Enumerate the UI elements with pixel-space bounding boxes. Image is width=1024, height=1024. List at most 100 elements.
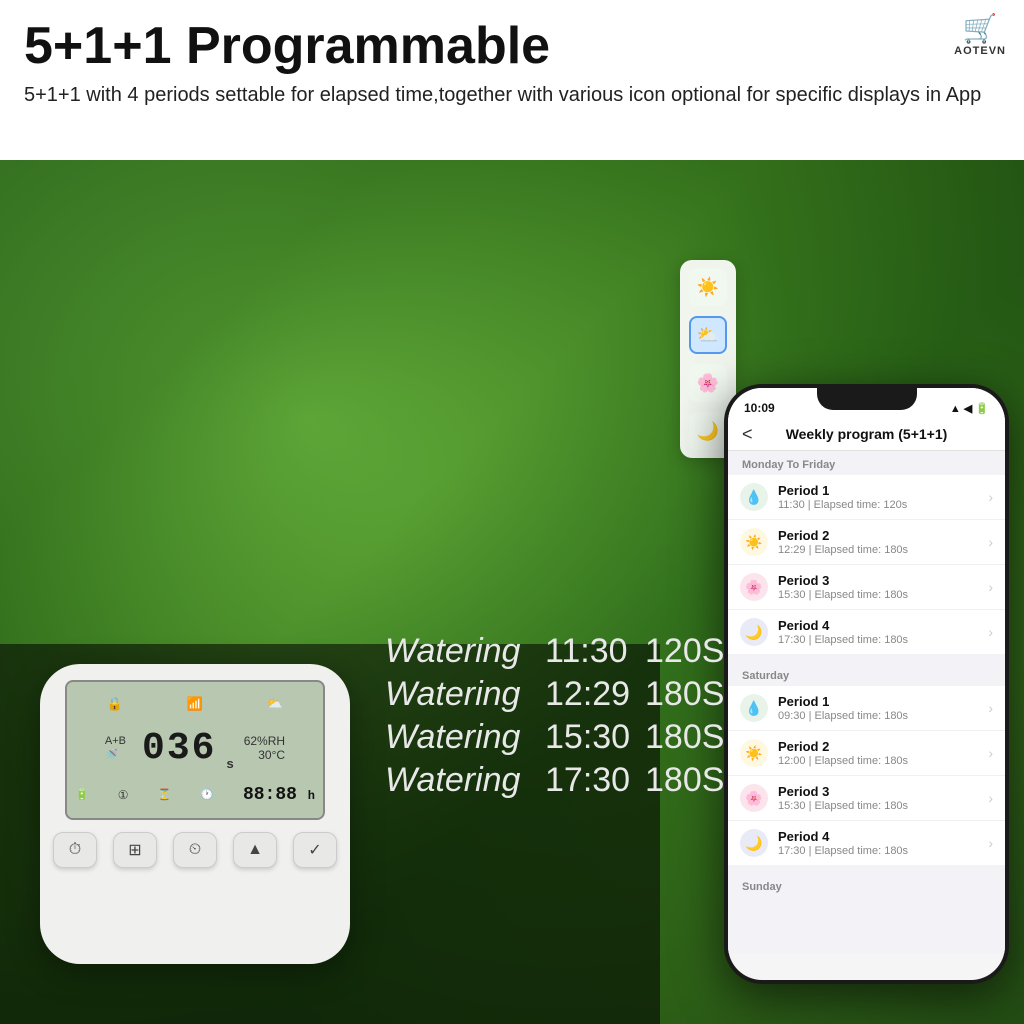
status-icons: ▲ ◀ 🔋 <box>950 402 989 415</box>
watering-duration-2: 180S <box>645 675 715 714</box>
icon-flower[interactable]: 🌸 <box>689 364 727 402</box>
table-row[interactable]: ☀️ Period 2 12:00 | Elapsed time: 180s › <box>728 731 1005 776</box>
weather-icon: ⛅ <box>267 696 283 712</box>
schedule-row-3: Watering 15:30 180S <box>385 718 725 757</box>
screen-temp-hum: 62%RH 30°C <box>244 734 285 762</box>
period-icon-3: 🌸 <box>740 573 768 601</box>
period-name-3: Period 3 <box>778 573 988 588</box>
section-header-weekday: Monday To Friday <box>728 451 1005 475</box>
phone-screen: 10:09 ▲ ◀ 🔋 < Weekly program (5+1+1) Mon… <box>728 388 1005 980</box>
icon-sun[interactable]: ☀️ <box>689 268 727 306</box>
table-row[interactable]: 🌸 Period 3 15:30 | Elapsed time: 180s › <box>728 776 1005 821</box>
period-info-1: Period 1 11:30 | Elapsed time: 120s <box>778 483 988 511</box>
period-icon-4: 🌙 <box>740 618 768 646</box>
period-info-2: Period 2 12:29 | Elapsed time: 180s <box>778 528 988 556</box>
battery-icon: 🔋 <box>75 788 89 801</box>
watering-time-3: 15:30 <box>545 718 625 757</box>
sat-period-name-2: Period 2 <box>778 739 988 754</box>
period-icon-1: 💧 <box>740 483 768 511</box>
period-name-2: Period 2 <box>778 528 988 543</box>
watering-label-2: Watering <box>385 675 525 714</box>
table-row[interactable]: 🌙 Period 4 17:30 | Elapsed time: 180s › <box>728 610 1005 654</box>
chevron-right-icon: › <box>988 790 993 806</box>
humidity-display: 62%RH <box>244 734 285 748</box>
chevron-right-icon: › <box>988 579 993 595</box>
phone-content[interactable]: Monday To Friday 💧 Period 1 11:30 | Elap… <box>728 451 1005 953</box>
sat-period-detail-3: 15:30 | Elapsed time: 180s <box>778 800 988 812</box>
phone-body: 10:09 ▲ ◀ 🔋 < Weekly program (5+1+1) Mon… <box>724 384 1009 984</box>
chevron-right-icon: › <box>988 624 993 640</box>
screen-icons-row: 🔒 📶 ⛅ <box>75 690 315 719</box>
screen-num-icon: ① <box>118 788 129 802</box>
btn-confirm[interactable]: ✓ <box>293 832 337 868</box>
btn-timer[interactable]: ⏱ <box>53 832 97 868</box>
btn-clock[interactable]: ⏲ <box>173 832 217 868</box>
watering-time-1: 11:30 <box>545 632 625 671</box>
icon-moon[interactable]: 🌙 <box>689 412 727 450</box>
sat-period-detail-2: 12:00 | Elapsed time: 180s <box>778 755 988 767</box>
icon-cloud[interactable]: ⛅ <box>689 316 727 354</box>
temperature-display: 30°C <box>244 748 285 762</box>
table-row[interactable]: 💧 Period 1 11:30 | Elapsed time: 120s › <box>728 475 1005 520</box>
weekday-period-list: 💧 Period 1 11:30 | Elapsed time: 120s › … <box>728 475 1005 654</box>
sat-period-icon-4: 🌙 <box>740 829 768 857</box>
schedule-row-4: Watering 17:30 180S <box>385 761 725 800</box>
screen-unit: s <box>226 756 233 771</box>
logo-text: AOTEVN <box>954 45 1006 57</box>
btn-program[interactable]: ⊞ <box>113 832 157 868</box>
watering-duration-1: 120S <box>645 632 715 671</box>
sat-period-icon-3: 🌸 <box>740 784 768 812</box>
period-info-3: Period 3 15:30 | Elapsed time: 180s <box>778 573 988 601</box>
sat-period-name-4: Period 4 <box>778 829 988 844</box>
period-info-4: Period 4 17:30 | Elapsed time: 180s <box>778 618 988 646</box>
chevron-right-icon: › <box>988 489 993 505</box>
chevron-right-icon: › <box>988 745 993 761</box>
screen-display: 036 <box>142 727 216 770</box>
schedule-row-1: Watering 11:30 120S <box>385 632 725 671</box>
phone-notch <box>817 384 917 410</box>
watering-time-4: 17:30 <box>545 761 625 800</box>
table-row[interactable]: 🌙 Period 4 17:30 | Elapsed time: 180s › <box>728 821 1005 865</box>
sat-period-info-2: Period 2 12:00 | Elapsed time: 180s <box>778 739 988 767</box>
section-header-sunday: Sunday <box>728 873 1005 897</box>
screen-main-row: A+B 🚿 036 s 62%RH 30°C <box>75 721 315 775</box>
sat-period-info-1: Period 1 09:30 | Elapsed time: 180s <box>778 694 988 722</box>
sat-period-name-3: Period 3 <box>778 784 988 799</box>
sat-period-detail-1: 09:30 | Elapsed time: 180s <box>778 710 988 722</box>
page-title: 5+1+1 Programmable <box>24 18 1000 75</box>
device-screen: 🔒 📶 ⛅ A+B 🚿 036 s 62%RH 30°C <box>65 680 325 820</box>
table-row[interactable]: 💧 Period 1 09:30 | Elapsed time: 180s › <box>728 686 1005 731</box>
screen-label: A+B <box>105 735 126 747</box>
watering-label-4: Watering <box>385 761 525 800</box>
watering-time-2: 12:29 <box>545 675 625 714</box>
pump-icon: 🚿 <box>105 747 120 761</box>
clock-icon: 🕐 <box>200 788 214 801</box>
period-detail-1: 11:30 | Elapsed time: 120s <box>778 499 988 511</box>
sat-period-detail-4: 17:30 | Elapsed time: 180s <box>778 845 988 857</box>
back-button[interactable]: < <box>742 424 753 445</box>
device-container: 🔒 📶 ⛅ A+B 🚿 036 s 62%RH 30°C <box>40 664 360 994</box>
section-header-saturday: Saturday <box>728 662 1005 686</box>
logo-area: 🛒 AOTEVN <box>954 12 1006 57</box>
phone-container: 10:09 ▲ ◀ 🔋 < Weekly program (5+1+1) Mon… <box>724 384 1014 1024</box>
btn-up[interactable]: ▲ <box>233 832 277 868</box>
hourglass-icon: ⏳ <box>158 788 172 801</box>
period-detail-4: 17:30 | Elapsed time: 180s <box>778 634 988 646</box>
status-time: 10:09 <box>744 401 775 415</box>
schedule-row-2: Watering 12:29 180S <box>385 675 725 714</box>
sat-period-name-1: Period 1 <box>778 694 988 709</box>
period-name-4: Period 4 <box>778 618 988 633</box>
lock-icon: 🔒 <box>107 696 123 712</box>
header-section: 🛒 AOTEVN 5+1+1 Programmable 5+1+1 with 4… <box>0 0 1024 119</box>
device-buttons: ⏱ ⊞ ⏲ ▲ ✓ <box>53 832 337 868</box>
sat-period-icon-1: 💧 <box>740 694 768 722</box>
watering-duration-3: 180S <box>645 718 715 757</box>
chevron-right-icon: › <box>988 534 993 550</box>
table-row[interactable]: ☀️ Period 2 12:29 | Elapsed time: 180s › <box>728 520 1005 565</box>
table-row[interactable]: 🌸 Period 3 15:30 | Elapsed time: 180s › <box>728 565 1005 610</box>
background-section: 🔒 📶 ⛅ A+B 🚿 036 s 62%RH 30°C <box>0 160 1024 1024</box>
period-detail-3: 15:30 | Elapsed time: 180s <box>778 589 988 601</box>
app-header-title: Weekly program (5+1+1) <box>786 426 948 442</box>
sat-period-icon-2: ☀️ <box>740 739 768 767</box>
period-name-1: Period 1 <box>778 483 988 498</box>
